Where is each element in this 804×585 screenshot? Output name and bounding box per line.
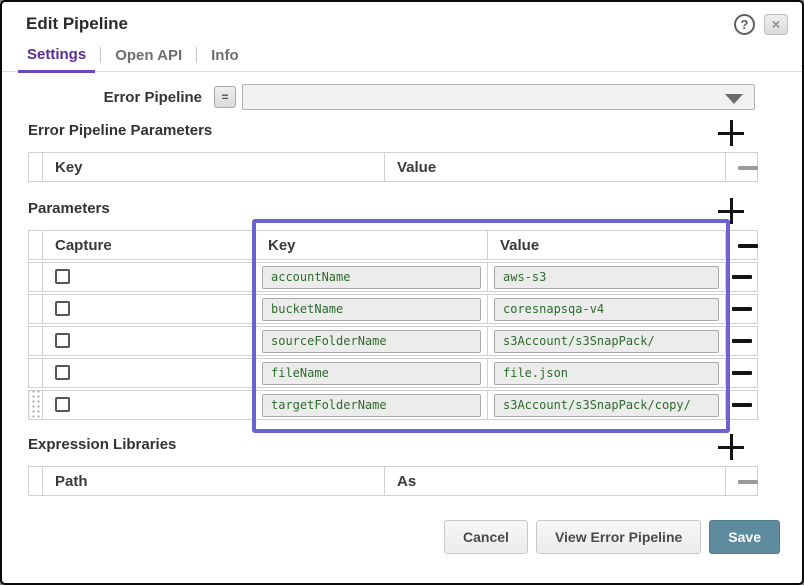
dialog-header: Edit Pipeline ? × [2, 2, 802, 35]
remove-row-cell [726, 152, 758, 182]
save-button[interactable]: Save [709, 520, 780, 554]
dialog-title: Edit Pipeline [26, 14, 734, 34]
table-row [28, 262, 758, 292]
value-input[interactable] [494, 330, 719, 353]
section-expression-libraries: Expression Libraries Path As [28, 434, 758, 498]
gutter-cell [28, 152, 43, 182]
table-header-row: Capture Key Value [28, 230, 758, 260]
view-error-pipeline-button[interactable]: View Error Pipeline [536, 520, 701, 554]
column-header-value: Value [385, 152, 726, 182]
tab-divider [100, 47, 101, 63]
expression-toggle-button[interactable]: = [214, 86, 236, 108]
close-icon[interactable]: × [764, 14, 788, 35]
remove-row-button[interactable] [732, 339, 752, 343]
capture-checkbox[interactable] [55, 365, 70, 380]
key-input[interactable] [262, 362, 481, 385]
key-input[interactable] [262, 330, 481, 353]
add-error-pipeline-parameter-button[interactable] [718, 120, 744, 146]
section-error-pipeline-parameters: Error Pipeline Parameters Key Value [28, 120, 758, 184]
error-pipeline-row: Error Pipeline = [26, 84, 802, 110]
error-pipeline-label: Error Pipeline [26, 89, 202, 106]
edit-pipeline-dialog: Edit Pipeline ? × Settings Open API Info… [0, 0, 804, 585]
capture-checkbox[interactable] [55, 333, 70, 348]
section-heading: Error Pipeline Parameters [28, 120, 758, 139]
table-row [28, 326, 758, 356]
dialog-footer: Cancel View Error Pipeline Save [2, 520, 780, 554]
error-pipeline-parameters-table: Key Value [28, 150, 758, 184]
value-input[interactable] [494, 362, 719, 385]
section-parameters: Parameters Capture Key Value [28, 198, 758, 422]
tab-bar: Settings Open API Info [2, 43, 802, 72]
remove-row-button[interactable] [732, 275, 752, 279]
gutter-cell [28, 358, 43, 388]
gutter-cell [28, 326, 43, 356]
drag-handle[interactable] [28, 390, 43, 420]
remove-row-button[interactable] [738, 166, 758, 170]
remove-row-button[interactable] [738, 480, 758, 484]
add-expression-library-button[interactable] [718, 434, 744, 460]
gutter-cell [28, 262, 43, 292]
column-header-capture: Capture [43, 230, 256, 260]
tab-info[interactable]: Info [202, 47, 248, 71]
value-input[interactable] [494, 394, 719, 417]
capture-checkbox[interactable] [55, 269, 70, 284]
remove-row-button[interactable] [738, 244, 758, 248]
value-input[interactable] [494, 266, 719, 289]
tab-divider [196, 47, 197, 63]
table-row [28, 294, 758, 324]
column-header-as: As [385, 466, 726, 496]
remove-row-button[interactable] [732, 371, 752, 375]
table-header-row: Key Value [28, 152, 758, 182]
column-header-path: Path [43, 466, 385, 496]
parameters-table: Capture Key Value [28, 228, 758, 422]
tab-open-api[interactable]: Open API [106, 47, 191, 71]
remove-row-button[interactable] [732, 403, 752, 407]
capture-checkbox[interactable] [55, 301, 70, 316]
table-row [28, 358, 758, 388]
gutter-cell [28, 466, 43, 496]
gutter-cell [28, 230, 43, 260]
gutter-cell [28, 294, 43, 324]
key-input[interactable] [262, 298, 481, 321]
tab-settings[interactable]: Settings [18, 46, 95, 73]
chevron-down-icon [725, 94, 743, 104]
column-header-key: Key [43, 152, 385, 182]
help-icon[interactable]: ? [734, 14, 755, 35]
remove-row-button[interactable] [732, 307, 752, 311]
column-header-value: Value [488, 230, 726, 260]
table-header-row: Path As [28, 466, 758, 496]
capture-checkbox[interactable] [55, 397, 70, 412]
cancel-button[interactable]: Cancel [444, 520, 528, 554]
section-heading: Parameters [28, 198, 758, 217]
table-row [28, 390, 758, 420]
remove-row-cell [726, 466, 758, 496]
key-input[interactable] [262, 394, 481, 417]
add-parameter-button[interactable] [718, 198, 744, 224]
section-heading: Expression Libraries [28, 434, 758, 453]
remove-row-cell [726, 230, 758, 260]
key-input[interactable] [262, 266, 481, 289]
value-input[interactable] [494, 298, 719, 321]
expression-libraries-table: Path As [28, 464, 758, 498]
error-pipeline-dropdown[interactable] [242, 84, 755, 110]
column-header-key: Key [256, 230, 488, 260]
